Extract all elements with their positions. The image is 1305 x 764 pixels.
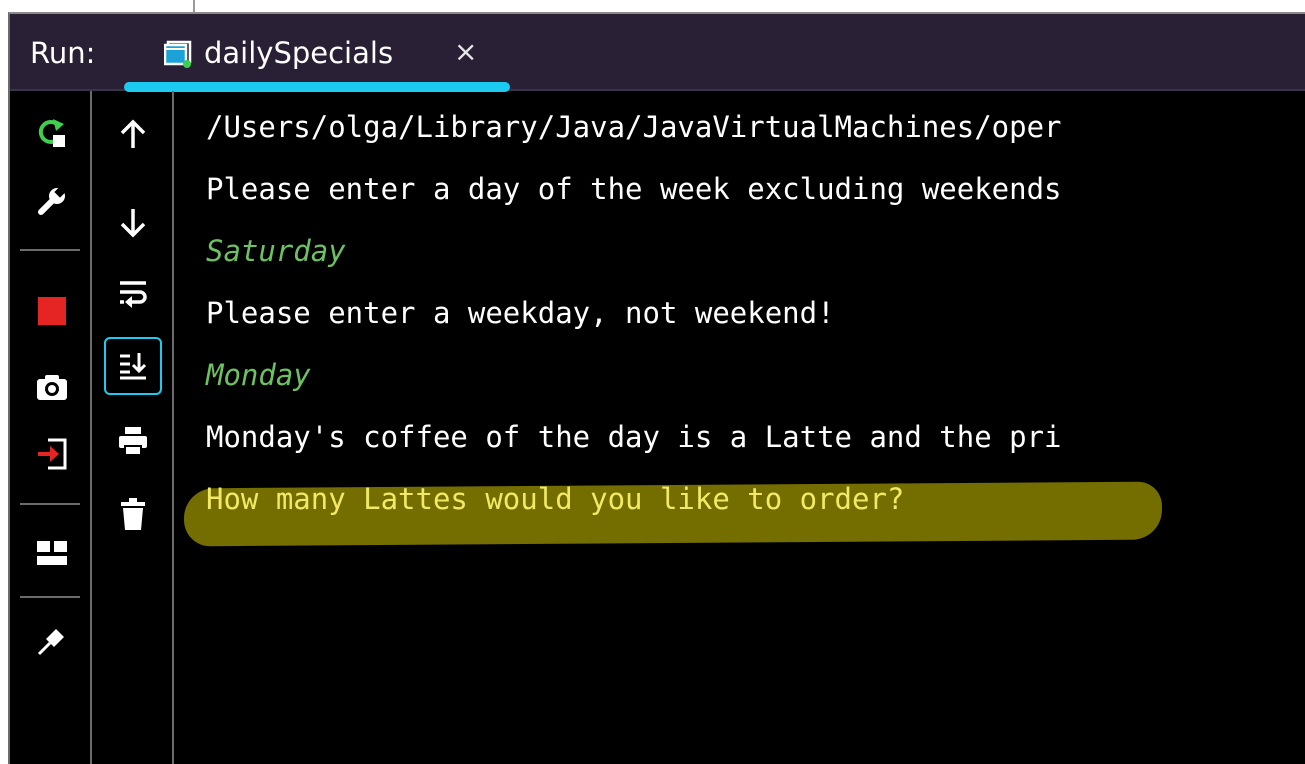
arrow-down-icon[interactable] xyxy=(111,201,155,245)
stop-icon[interactable] xyxy=(30,289,74,333)
console-toolbar xyxy=(92,91,174,764)
tab-title: dailySpecials xyxy=(204,36,394,70)
scroll-to-end-icon[interactable] xyxy=(104,337,162,395)
run-tool-window: Run: dailySpecials × /Users/olga/Library… xyxy=(8,12,1305,764)
rerun-icon[interactable] xyxy=(30,110,74,154)
toolbar-separator xyxy=(20,503,80,505)
console-line: Please enter a day of the week excluding… xyxy=(206,172,1062,206)
toolbar-separator xyxy=(20,596,80,598)
left-toolbar xyxy=(10,91,92,764)
print-icon[interactable] xyxy=(111,419,155,463)
exit-icon[interactable] xyxy=(30,432,74,476)
pin-icon[interactable] xyxy=(30,619,74,663)
console-line: Monday's coffee of the day is a Latte an… xyxy=(206,420,1062,454)
console-line: Please enter a weekday, not weekend! xyxy=(206,296,835,330)
run-label: Run: xyxy=(30,36,96,70)
trash-icon[interactable] xyxy=(111,492,155,536)
console-prompt: How many Lattes would you like to order? xyxy=(206,482,905,516)
close-icon[interactable]: × xyxy=(454,38,477,66)
arrow-up-icon[interactable] xyxy=(111,112,155,156)
console-user-input: Saturday xyxy=(206,234,346,268)
layout-icon[interactable] xyxy=(30,531,74,575)
window-divider xyxy=(193,0,195,12)
run-panel-header: Run: dailySpecials × xyxy=(10,14,1305,92)
console-line: /Users/olga/Library/Java/JavaVirtualMach… xyxy=(206,110,1062,144)
toolbar-separator xyxy=(20,249,80,251)
soft-wrap-icon[interactable] xyxy=(111,272,155,316)
wrench-icon[interactable] xyxy=(30,179,74,223)
console-output[interactable]: /Users/olga/Library/Java/JavaVirtualMach… xyxy=(174,91,1305,764)
console-user-input: Monday xyxy=(206,358,311,392)
console-window-icon xyxy=(163,40,192,68)
tab-dailyspecials[interactable]: dailySpecials × xyxy=(124,14,510,92)
camera-icon[interactable] xyxy=(30,365,74,409)
